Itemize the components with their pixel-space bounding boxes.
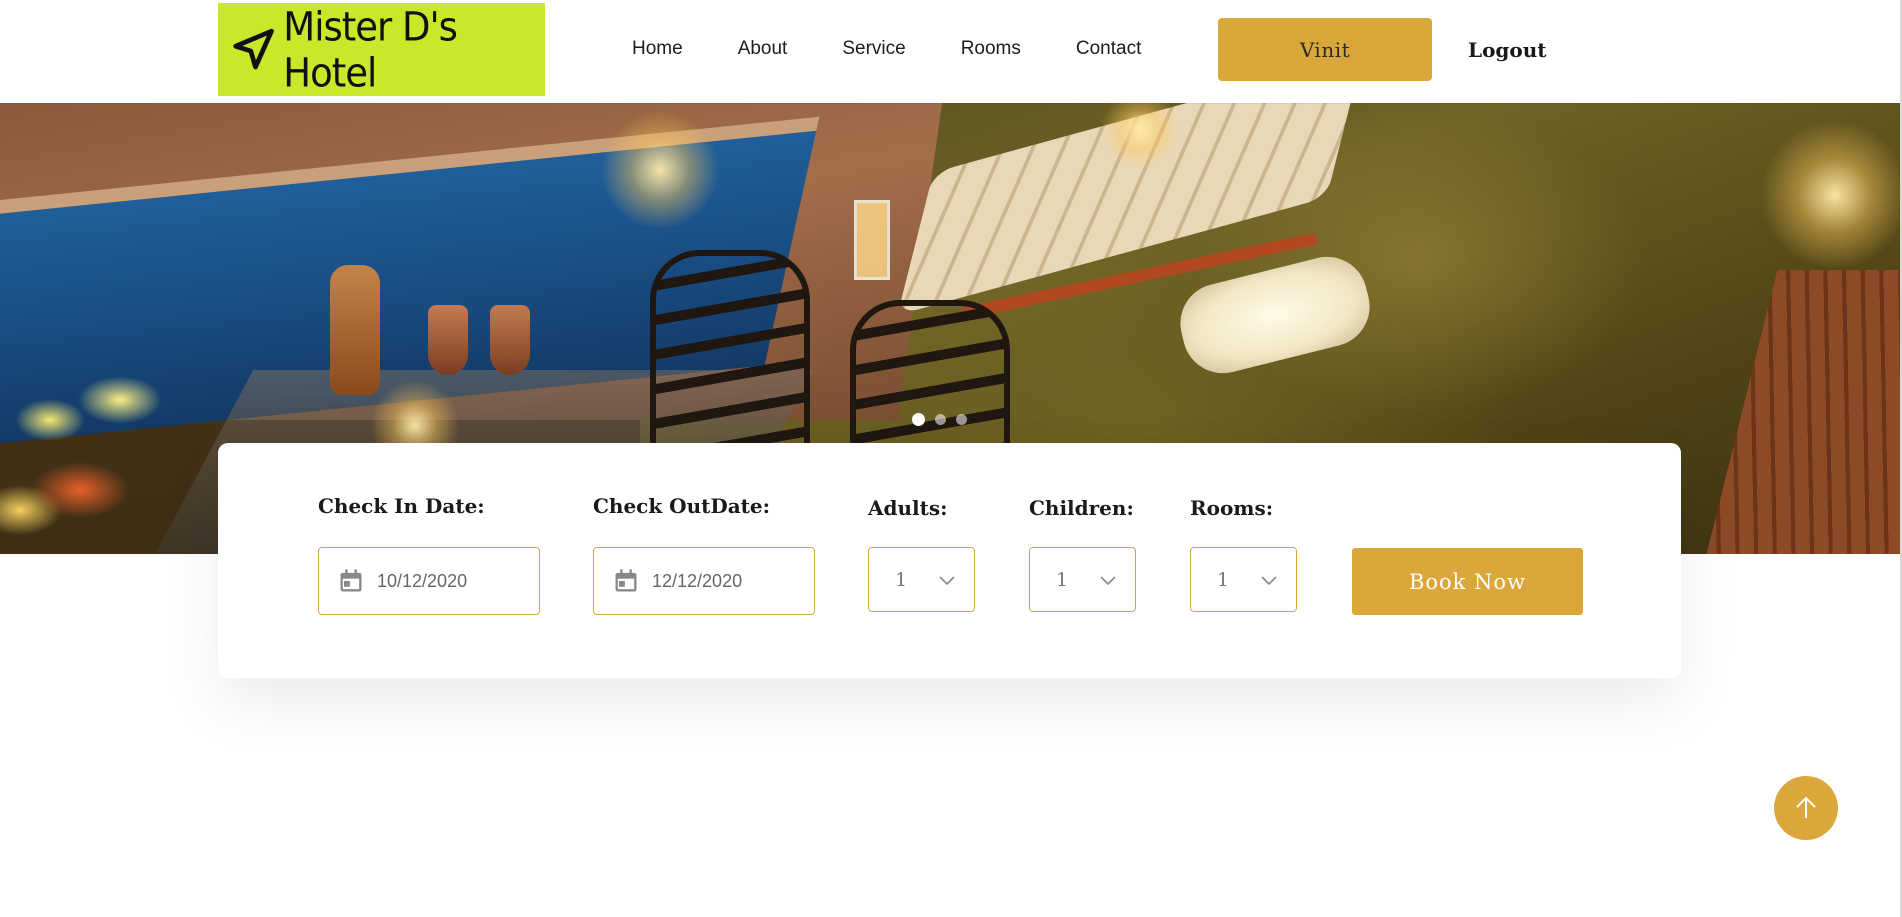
hero-lantern <box>854 200 890 280</box>
check-in-value: 10/12/2020 <box>377 570 468 591</box>
adults-value: 1 <box>895 568 908 591</box>
logo-text: Mister D's Hotel <box>283 3 458 96</box>
adults-label: Adults: <box>868 496 948 520</box>
carousel-dots <box>912 413 967 426</box>
carousel-dot[interactable] <box>912 413 925 426</box>
site-header: Mister D's Hotel Home About Service Room… <box>0 0 1900 103</box>
check-out-input[interactable]: 12/12/2020 <box>593 547 815 615</box>
carousel-dot[interactable] <box>956 414 967 425</box>
user-button[interactable]: Vinit <box>1218 18 1432 81</box>
calendar-icon <box>340 569 362 592</box>
adults-select[interactable]: 1 <box>868 547 975 612</box>
nav-about[interactable]: About <box>738 38 788 60</box>
nav-contact[interactable]: Contact <box>1076 38 1141 60</box>
rooms-label: Rooms: <box>1190 496 1274 520</box>
hero-light <box>1760 120 1900 270</box>
arrow-up-icon <box>1796 796 1816 818</box>
chevron-down-icon <box>1100 575 1116 585</box>
chevron-down-icon <box>939 575 955 585</box>
book-now-button[interactable]: Book Now <box>1352 548 1583 615</box>
hero-flowers <box>0 360 220 554</box>
check-in-input[interactable]: 10/12/2020 <box>318 547 540 615</box>
hero-decanter <box>330 265 380 395</box>
nav-rooms[interactable]: Rooms <box>961 38 1021 60</box>
logout-link[interactable]: Logout <box>1468 38 1547 62</box>
check-out-value: 12/12/2020 <box>652 570 743 591</box>
carousel-dot[interactable] <box>935 414 946 425</box>
children-value: 1 <box>1056 568 1069 591</box>
hero-light <box>600 110 720 230</box>
check-in-label: Check In Date: <box>318 494 485 518</box>
hero-wine-glass <box>428 305 468 375</box>
navigation-arrow-icon <box>233 28 274 69</box>
site-logo[interactable]: Mister D's Hotel <box>218 3 545 96</box>
hero-wine-glass <box>490 305 530 375</box>
chevron-down-icon <box>1261 575 1277 585</box>
nav-home[interactable]: Home <box>632 38 683 60</box>
check-out-label: Check OutDate: <box>593 494 771 518</box>
nav-service[interactable]: Service <box>842 38 905 60</box>
children-label: Children: <box>1029 496 1134 520</box>
back-to-top-button[interactable] <box>1774 776 1838 840</box>
main-nav: Home About Service Rooms Contact <box>632 38 1196 60</box>
children-select[interactable]: 1 <box>1029 547 1136 612</box>
rooms-select[interactable]: 1 <box>1190 547 1297 612</box>
calendar-icon <box>615 569 637 592</box>
booking-form: Check In Date: 10/12/2020 Check OutDate:… <box>218 443 1681 678</box>
hero-chair <box>650 250 810 450</box>
rooms-value: 1 <box>1217 568 1230 591</box>
